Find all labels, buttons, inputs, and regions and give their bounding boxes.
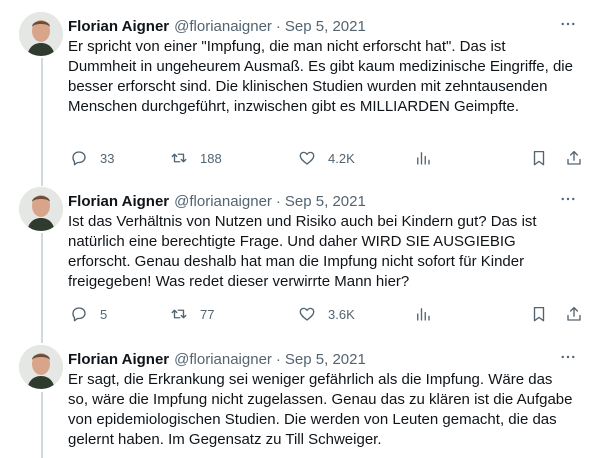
author-handle[interactable]: @florianaigner — [174, 351, 272, 368]
share-icon — [567, 306, 581, 321]
analytics-icon — [417, 308, 430, 321]
views-button[interactable] — [414, 148, 432, 168]
bookmark-icon — [533, 306, 545, 322]
heart-icon — [299, 151, 315, 165]
separator: · — [275, 192, 281, 210]
author-name[interactable]: Florian Aigner — [68, 193, 169, 210]
avatar[interactable] — [19, 12, 63, 56]
reply-icon — [72, 151, 86, 166]
tweet[interactable]: Florian Aigner @florianaigner · Sep 5, 2… — [0, 187, 598, 337]
tweet-actions: 5 77 3.6K — [68, 304, 588, 324]
avatar[interactable] — [19, 345, 63, 389]
tweet-text: Er spricht von einer "Impfung, die man n… — [68, 38, 573, 115]
share-button[interactable] — [565, 304, 583, 324]
like-count: 3.6K — [328, 306, 355, 322]
more-options-button[interactable] — [558, 189, 578, 209]
reply-icon — [72, 307, 86, 322]
tweet-actions: 33 188 4.2K — [68, 148, 588, 168]
author-handle[interactable]: @florianaigner — [174, 18, 272, 35]
retweet-button[interactable]: 188 — [170, 148, 222, 168]
author-handle[interactable]: @florianaigner — [174, 193, 272, 210]
retweet-button[interactable]: 77 — [170, 304, 214, 324]
more-options-button[interactable] — [558, 347, 578, 367]
more-horizontal-icon — [561, 22, 575, 26]
more-horizontal-icon — [561, 197, 575, 201]
more-options-button[interactable] — [558, 14, 578, 34]
tweet-header: Florian Aigner @florianaigner · Sep 5, 2… — [68, 191, 366, 211]
tweet-header: Florian Aigner @florianaigner · Sep 5, 2… — [68, 349, 366, 369]
author-name[interactable]: Florian Aigner — [68, 351, 169, 368]
like-button[interactable]: 3.6K — [298, 304, 355, 324]
reply-button[interactable]: 33 — [70, 148, 114, 168]
avatar[interactable] — [19, 187, 63, 231]
avatar-image — [19, 187, 63, 231]
separator: · — [275, 17, 281, 35]
analytics-icon — [417, 152, 430, 165]
avatar-image — [19, 12, 63, 56]
heart-icon — [299, 307, 315, 321]
retweet-count: 188 — [200, 150, 222, 166]
like-button[interactable]: 4.2K — [298, 148, 355, 168]
like-count: 4.2K — [328, 150, 355, 166]
tweet-header: Florian Aigner @florianaigner · Sep 5, 2… — [68, 16, 366, 36]
views-button[interactable] — [414, 304, 432, 324]
tweet-date[interactable]: Sep 5, 2021 — [285, 193, 366, 210]
reply-count: 5 — [100, 306, 108, 322]
separator: · — [275, 350, 281, 368]
retweet-icon — [171, 309, 187, 319]
share-button[interactable] — [565, 148, 583, 168]
more-horizontal-icon — [561, 355, 575, 359]
reply-button[interactable]: 5 — [70, 304, 107, 324]
tweet-text: Ist das Verhältnis von Nutzen und Risiko… — [68, 213, 537, 290]
tweet-date[interactable]: Sep 5, 2021 — [285, 18, 366, 35]
bookmark-icon — [533, 150, 545, 166]
bookmark-button[interactable] — [530, 304, 548, 324]
tweet-date[interactable]: Sep 5, 2021 — [285, 351, 366, 368]
share-icon — [567, 150, 581, 165]
avatar-image — [19, 345, 63, 389]
retweet-count: 77 — [200, 306, 215, 322]
reply-count: 33 — [100, 150, 115, 166]
bookmark-button[interactable] — [530, 148, 548, 168]
author-name[interactable]: Florian Aigner — [68, 18, 169, 35]
tweet[interactable]: Florian Aigner @florianaigner · Sep 5, 2… — [0, 12, 598, 172]
tweet-text: Er sagt, die Erkrankung sei weniger gefä… — [68, 371, 573, 448]
tweet[interactable]: Florian Aigner @florianaigner · Sep 5, 2… — [0, 345, 598, 458]
retweet-icon — [171, 153, 187, 163]
